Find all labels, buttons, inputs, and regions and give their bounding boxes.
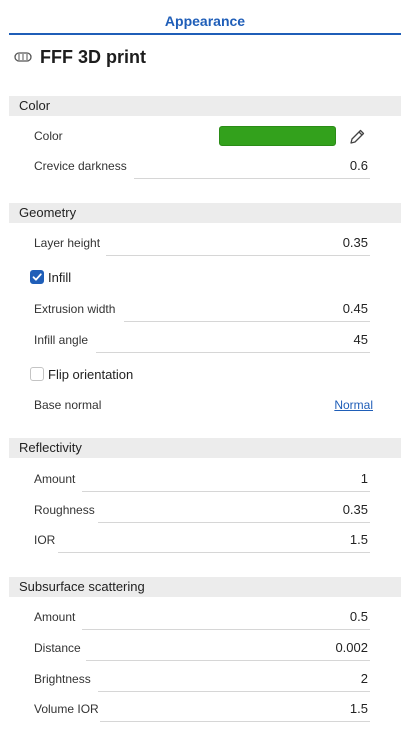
roughness-label: Roughness	[34, 503, 95, 517]
field-underline	[100, 721, 370, 722]
infill-angle-input[interactable]: 45	[354, 332, 368, 347]
row-distance: Distance 0.002	[0, 634, 410, 664]
subsurface-amount-label: Amount	[34, 610, 76, 624]
field-underline	[58, 552, 370, 553]
row-subsurface-amount: Amount 0.5	[0, 603, 410, 633]
crevice-darkness-label: Crevice darkness	[34, 159, 127, 173]
ior-input[interactable]: 1.5	[350, 532, 368, 547]
brightness-label: Brightness	[34, 672, 91, 686]
row-roughness: Roughness 0.35	[0, 496, 410, 526]
page-title: FFF 3D print	[40, 46, 146, 67]
infill-angle-label: Infill angle	[34, 333, 89, 347]
brightness-input[interactable]: 2	[361, 671, 368, 686]
base-normal-link[interactable]: Normal	[334, 398, 373, 412]
crevice-darkness-input[interactable]: 0.6	[350, 158, 368, 173]
field-underline	[86, 660, 370, 661]
panel-header: FFF 3D print	[14, 45, 146, 69]
row-extrusion-width: Extrusion width 0.45	[0, 295, 410, 325]
print-material-icon	[14, 50, 34, 64]
infill-checkbox[interactable]	[30, 270, 44, 284]
distance-input[interactable]: 0.002	[335, 640, 368, 655]
row-crevice-darkness: Crevice darkness 0.6	[0, 152, 410, 182]
row-ior: IOR 1.5	[0, 526, 410, 556]
layer-height-input[interactable]: 0.35	[343, 235, 368, 250]
distance-label: Distance	[34, 641, 81, 655]
color-swatch[interactable]	[219, 126, 336, 146]
volume-ior-input[interactable]: 1.5	[350, 701, 368, 716]
volume-ior-label: Volume IOR	[34, 702, 99, 716]
reflectivity-amount-input[interactable]: 1	[361, 471, 368, 486]
row-layer-height: Layer height 0.35	[0, 229, 410, 259]
flip-orientation-checkbox[interactable]	[30, 367, 44, 381]
field-underline	[134, 178, 370, 179]
field-underline	[82, 629, 370, 630]
reflectivity-amount-label: Amount	[34, 472, 76, 486]
tab-appearance[interactable]: Appearance	[0, 13, 410, 29]
extrusion-width-label: Extrusion width	[34, 302, 116, 316]
row-brightness: Brightness 2	[0, 665, 410, 695]
color-label: Color	[34, 129, 63, 143]
field-underline	[98, 691, 370, 692]
layer-height-label: Layer height	[34, 236, 101, 250]
field-underline	[82, 491, 370, 492]
row-reflectivity-amount: Amount 1	[0, 465, 410, 495]
tab-underline	[9, 33, 401, 35]
field-underline	[96, 352, 370, 353]
tab-bar: Appearance	[0, 0, 410, 36]
field-underline	[124, 321, 370, 322]
subsurface-amount-input[interactable]: 0.5	[350, 609, 368, 624]
extrusion-width-input[interactable]: 0.45	[343, 301, 368, 316]
section-color[interactable]: Color	[9, 96, 401, 116]
flip-orientation-label: Flip orientation	[48, 367, 134, 382]
field-underline	[98, 522, 370, 523]
row-infill-angle: Infill angle 45	[0, 326, 410, 356]
field-underline	[106, 255, 370, 256]
pencil-icon[interactable]	[348, 128, 366, 146]
infill-label: Infill	[48, 270, 72, 285]
section-subsurface-scattering[interactable]: Subsurface scattering	[9, 577, 401, 597]
roughness-input[interactable]: 0.35	[343, 502, 368, 517]
section-geometry[interactable]: Geometry	[9, 203, 401, 223]
section-reflectivity[interactable]: Reflectivity	[9, 438, 401, 458]
row-volume-ior: Volume IOR 1.5	[0, 695, 410, 725]
base-normal-label: Base normal	[34, 398, 102, 412]
ior-label: IOR	[34, 533, 56, 547]
